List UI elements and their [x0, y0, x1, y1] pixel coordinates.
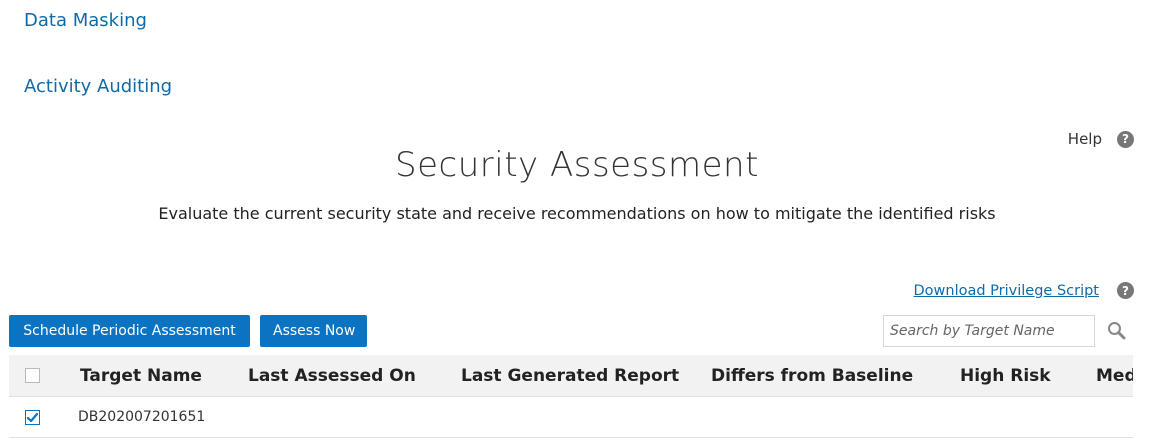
download-row: Download Privilege Script ?	[913, 282, 1134, 299]
schedule-periodic-assessment-button[interactable]: Schedule Periodic Assessment	[9, 315, 250, 347]
select-all-checkbox[interactable]	[25, 368, 40, 383]
table-header-row: Target Name Last Assessed On Last Genera…	[9, 355, 1133, 397]
column-header-differs-from-baseline[interactable]: Differs from Baseline	[711, 366, 913, 386]
download-question-icon[interactable]: ?	[1117, 282, 1134, 299]
assess-now-button[interactable]: Assess Now	[260, 315, 367, 347]
nav-link-data-masking[interactable]: Data Masking	[24, 10, 147, 31]
column-header-medium-risk[interactable]: Med	[1096, 366, 1133, 386]
targets-table: Target Name Last Assessed On Last Genera…	[9, 355, 1133, 438]
column-header-target-name[interactable]: Target Name	[80, 366, 202, 386]
search-target-name-input[interactable]	[883, 315, 1095, 347]
row-checkbox[interactable]	[25, 409, 40, 425]
security-assessment-page: Data Masking Activity Auditing Help ? Se…	[0, 0, 1154, 441]
page-subtitle: Evaluate the current security state and …	[158, 204, 996, 223]
cell-target-name: DB202007201651	[78, 409, 206, 425]
column-header-high-risk[interactable]: High Risk	[960, 366, 1051, 386]
column-header-last-generated-report[interactable]: Last Generated Report	[461, 366, 679, 386]
checkmark-icon	[26, 412, 39, 422]
table-row[interactable]: DB202007201651	[9, 397, 1133, 438]
column-header-last-assessed-on[interactable]: Last Assessed On	[248, 366, 416, 386]
nav-link-activity-auditing[interactable]: Activity Auditing	[24, 76, 172, 97]
magnifier-icon[interactable]	[1106, 320, 1128, 342]
download-privilege-script-link[interactable]: Download Privilege Script	[913, 283, 1099, 299]
page-title: Security Assessment	[395, 145, 759, 185]
